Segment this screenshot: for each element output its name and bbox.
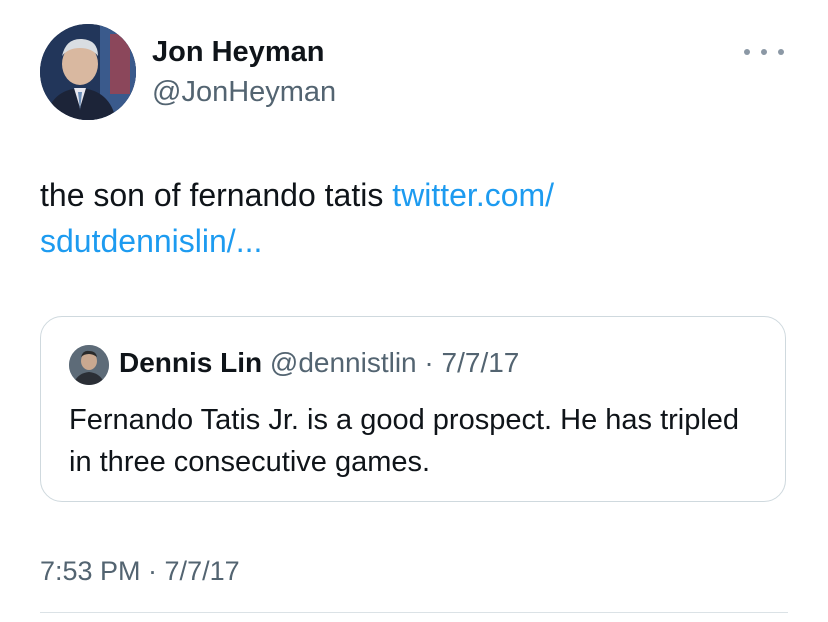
quoted-header: Dennis Lin @dennistlin · 7/7/17	[119, 347, 519, 379]
quoted-tweet-card[interactable]: Dennis Lin @dennistlin · 7/7/17 Fernando…	[40, 316, 786, 502]
quoted-author-avatar[interactable]	[69, 345, 109, 385]
quoted-date[interactable]: 7/7/17	[442, 347, 520, 378]
quoted-author-handle[interactable]: @dennistlin	[270, 347, 417, 378]
author-handle[interactable]: @JonHeyman	[152, 76, 336, 109]
tweet-text-body: the son of fernando tatis	[40, 177, 393, 213]
divider	[40, 612, 788, 613]
dot	[744, 49, 750, 55]
quoted-avatar-image	[69, 345, 109, 385]
tweet-timestamp[interactable]: 7:53 PM · 7/7/17	[40, 556, 240, 587]
avatar-image	[40, 24, 136, 120]
more-options-icon[interactable]	[744, 40, 784, 64]
dot	[778, 49, 784, 55]
quoted-tweet-text: Fernando Tatis Jr. is a good prospect. H…	[69, 404, 740, 478]
tweet-link-line1[interactable]: twitter.com/	[392, 177, 554, 213]
tweet-text: the son of fernando tatis twitter.com/sd…	[40, 172, 790, 264]
tweet-link-line2[interactable]: sdutdennislin/...	[40, 223, 262, 259]
quoted-author-name[interactable]: Dennis Lin	[119, 347, 262, 378]
dot	[761, 49, 767, 55]
author-avatar[interactable]	[40, 24, 136, 120]
author-name[interactable]: Jon Heyman	[152, 36, 324, 69]
quoted-separator: ·	[416, 347, 442, 378]
